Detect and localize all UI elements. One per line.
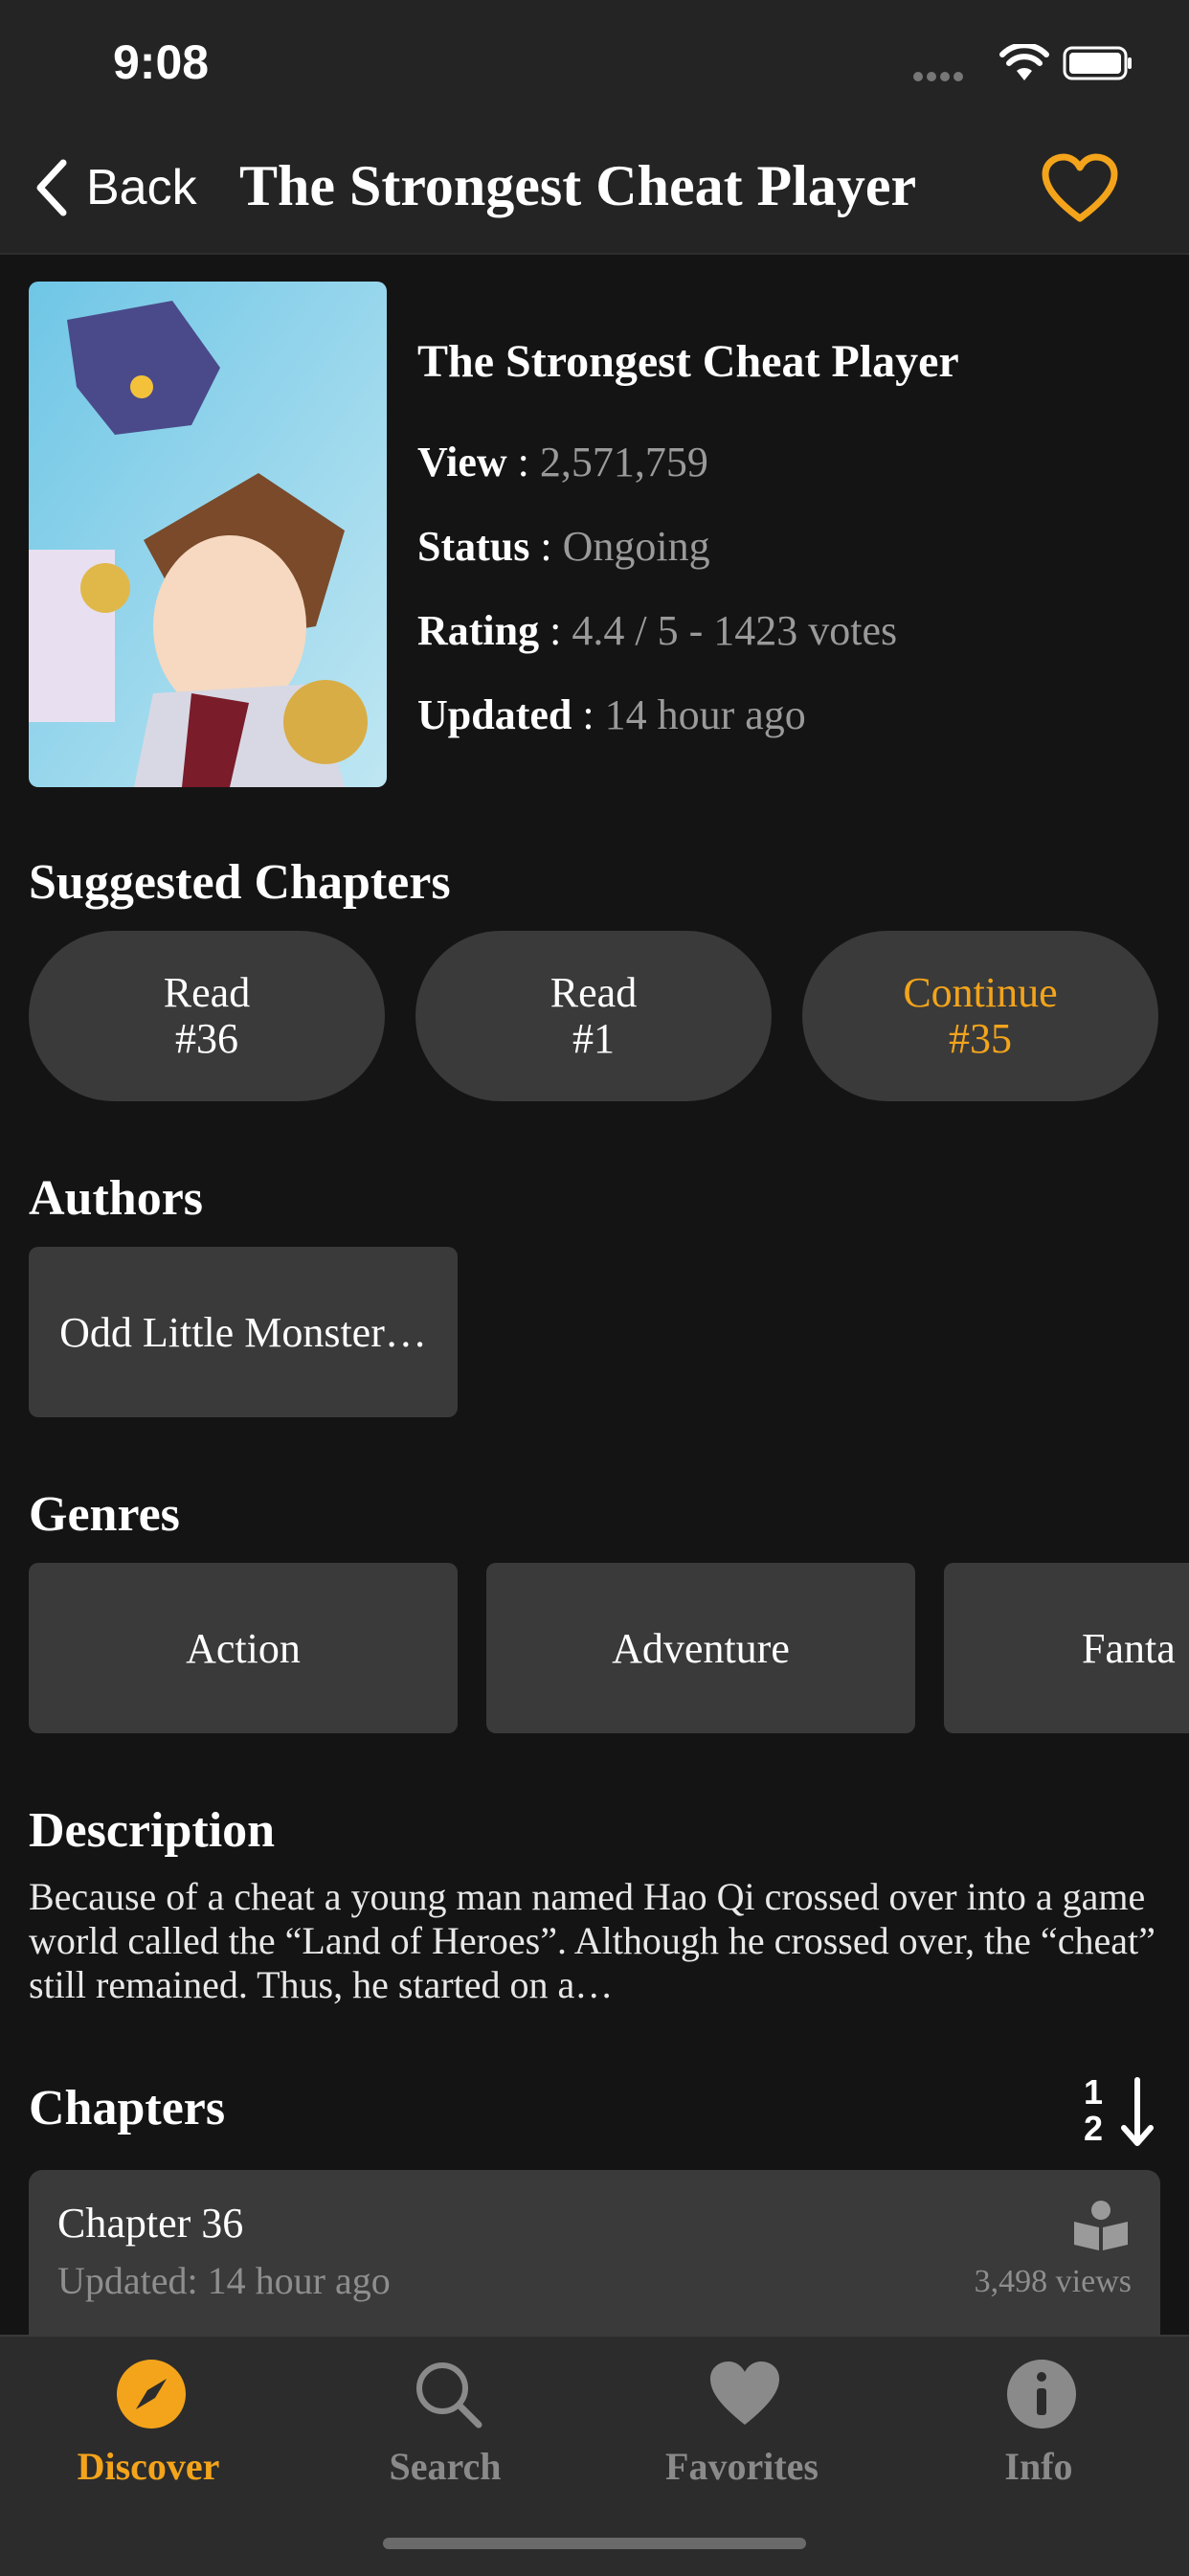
button-line2: #1 [572, 1015, 615, 1062]
chapter-views: 3,498 views [974, 2264, 1132, 2299]
back-button[interactable]: Back [34, 153, 197, 222]
manga-info: The Strongest Cheat Player View : 2,571,… [417, 326, 1164, 775]
genre-chip-fantasy[interactable]: Fanta [944, 1563, 1189, 1733]
home-indicator [383, 2538, 806, 2549]
tab-favorites[interactable]: Favorites [594, 2348, 890, 2492]
tab-search[interactable]: Search [297, 2348, 594, 2492]
read-first-button[interactable]: Read #1 [415, 931, 772, 1101]
genre-chip-action[interactable]: Action [29, 1563, 458, 1733]
chapter-updated: Updated: 14 hour ago [57, 2259, 391, 2302]
tab-discover[interactable]: Discover [0, 2348, 297, 2492]
compass-icon [117, 2360, 186, 2429]
battery-icon [1063, 46, 1132, 80]
authors-title: Authors [29, 1171, 204, 1226]
status-icons [913, 42, 1133, 84]
chapters-title: Chapters [29, 2081, 226, 2135]
wifi-icon [999, 44, 1049, 80]
updated-label: Updated [417, 691, 572, 738]
chevron-left-icon [36, 159, 67, 216]
continue-button[interactable]: Continue #35 [802, 931, 1158, 1101]
manga-title: The Strongest Cheat Player [417, 336, 959, 387]
signal-icon [913, 69, 967, 86]
info-updated: Updated : 14 hour ago [417, 691, 806, 738]
info-status: Status : Ongoing [417, 523, 710, 570]
top-bar: 9:08 Back The Strongest Cheat Player [0, 0, 1189, 255]
search-icon [416, 2362, 482, 2429]
view-value: 2,571,759 [539, 439, 708, 486]
chapter-name: Chapter 36 [57, 2200, 244, 2247]
arrow-down-icon [1121, 2077, 1154, 2146]
rating-value: 4.4 / 5 - 1423 votes [572, 607, 898, 654]
page-title: The Strongest Cheat Player [239, 154, 917, 217]
description-title: Description [29, 1803, 276, 1858]
heart-icon [710, 2361, 779, 2425]
suggested-title: Suggested Chapters [29, 855, 451, 910]
button-line1: Read [550, 969, 638, 1016]
genres-title: Genres [29, 1487, 180, 1542]
rating-label: Rating [417, 607, 540, 654]
button-line1: Read [163, 969, 251, 1016]
button-line1: Continue [903, 969, 1058, 1016]
info-rating: Rating : 4.4 / 5 - 1423 votes [417, 607, 898, 654]
chapter-row[interactable]: Chapter 36 Updated: 14 hour ago 3,498 vi… [29, 2170, 1160, 2361]
genre-chip-adventure[interactable]: Adventure [486, 1563, 915, 1733]
cover-image [29, 282, 387, 787]
button-line2: #36 [175, 1015, 238, 1062]
info-view: View : 2,571,759 [417, 439, 708, 486]
sort-bottom-digit: 2 [1084, 2109, 1104, 2148]
info-icon [1007, 2360, 1076, 2429]
heart-outline-icon[interactable] [1042, 153, 1118, 224]
sort-order-icon[interactable]: 1 2 [1084, 2072, 1160, 2149]
status-time: 9:08 [113, 35, 210, 89]
status-label: Status [417, 523, 530, 570]
tab-label: Info [1004, 2445, 1073, 2488]
status-value: Ongoing [562, 523, 710, 570]
updated-value: 14 hour ago [604, 691, 806, 738]
author-chip[interactable]: Odd Little Monster… [29, 1247, 458, 1417]
tab-info[interactable]: Info [890, 2348, 1187, 2492]
back-label: Back [86, 160, 197, 215]
tab-label: Favorites [665, 2445, 819, 2488]
description-text[interactable]: Because of a cheat a young man named Hao… [29, 1875, 1168, 2007]
read-latest-button[interactable]: Read #36 [29, 931, 385, 1101]
button-line2: #35 [949, 1015, 1012, 1062]
tab-label: Discover [77, 2445, 220, 2488]
tab-label: Search [389, 2445, 502, 2488]
sort-top-digit: 1 [1084, 2072, 1104, 2112]
book-reader-icon [1074, 2201, 1128, 2250]
view-label: View [417, 439, 507, 486]
